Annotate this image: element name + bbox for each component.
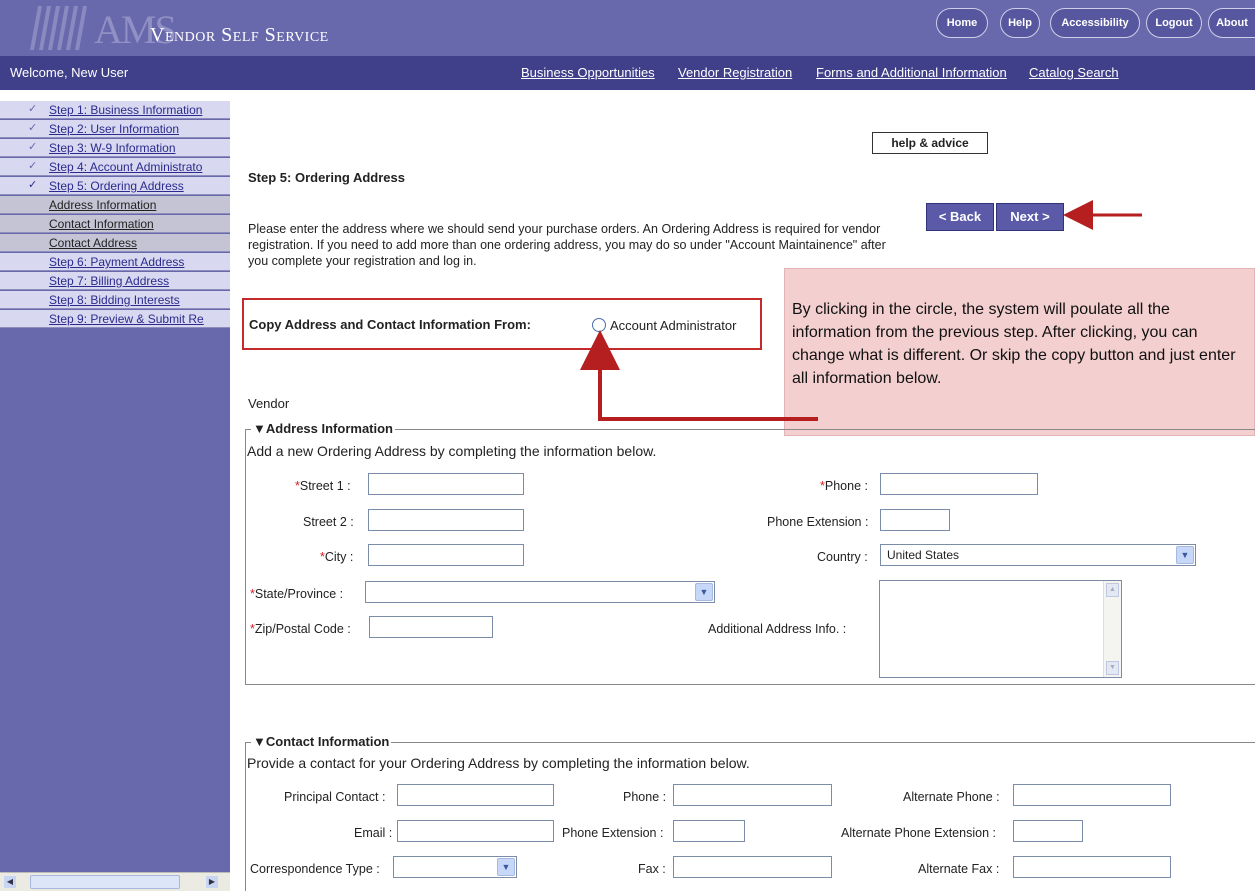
arrow-to-copy-radio [580, 330, 818, 421]
annotation-arrows [580, 200, 1142, 421]
